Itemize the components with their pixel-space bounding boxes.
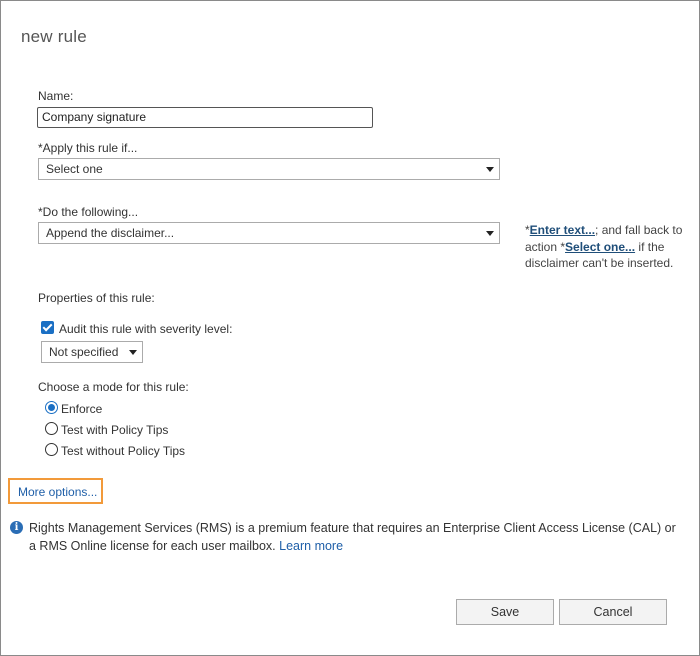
severity-select[interactable]: Not specified [41, 341, 143, 363]
info-icon: i [10, 521, 23, 534]
name-label: Name: [38, 89, 74, 103]
radio-test-with-policy-tips-label: Test with Policy Tips [61, 423, 169, 437]
audit-label: Audit this rule with severity level: [59, 322, 233, 336]
enter-text-link[interactable]: Enter text... [530, 223, 595, 237]
more-options-link[interactable]: More options... [18, 485, 97, 499]
chevron-down-icon [129, 350, 137, 355]
learn-more-link[interactable]: Learn more [279, 539, 343, 553]
do-following-selected-value: Append the disclaimer... [46, 226, 175, 240]
audit-checkbox[interactable] [41, 321, 54, 334]
do-following-label: *Do the following... [38, 205, 139, 219]
radio-enforce[interactable] [45, 401, 58, 414]
properties-label: Properties of this rule: [38, 291, 155, 305]
chevron-down-icon [486, 167, 494, 172]
mode-label: Choose a mode for this rule: [38, 380, 189, 394]
radio-test-without-policy-tips-label: Test without Policy Tips [61, 444, 186, 458]
select-one-link[interactable]: Select one... [565, 240, 635, 254]
name-input[interactable]: Company signature [37, 107, 373, 128]
new-rule-dialog: new rule Name: Company signature *Apply … [0, 0, 700, 656]
apply-rule-select[interactable]: Select one [38, 158, 500, 180]
save-button[interactable]: Save [456, 599, 554, 625]
radio-enforce-label: Enforce [61, 402, 103, 416]
severity-selected-value: Not specified [49, 345, 119, 359]
apply-rule-selected-value: Select one [46, 162, 103, 176]
rms-info-message: Rights Management Services (RMS) is a pr… [29, 521, 676, 553]
chevron-down-icon [486, 231, 494, 236]
dialog-title: new rule [21, 27, 87, 46]
do-following-select[interactable]: Append the disclaimer... [38, 222, 500, 244]
apply-rule-label: *Apply this rule if... [38, 141, 138, 155]
radio-test-with-policy-tips[interactable] [45, 422, 58, 435]
rms-info-text: Rights Management Services (RMS) is a pr… [29, 519, 679, 555]
disclaimer-note: *Enter text...; and fall back to action … [525, 222, 685, 272]
radio-test-without-policy-tips[interactable] [45, 443, 58, 456]
cancel-button[interactable]: Cancel [559, 599, 667, 625]
